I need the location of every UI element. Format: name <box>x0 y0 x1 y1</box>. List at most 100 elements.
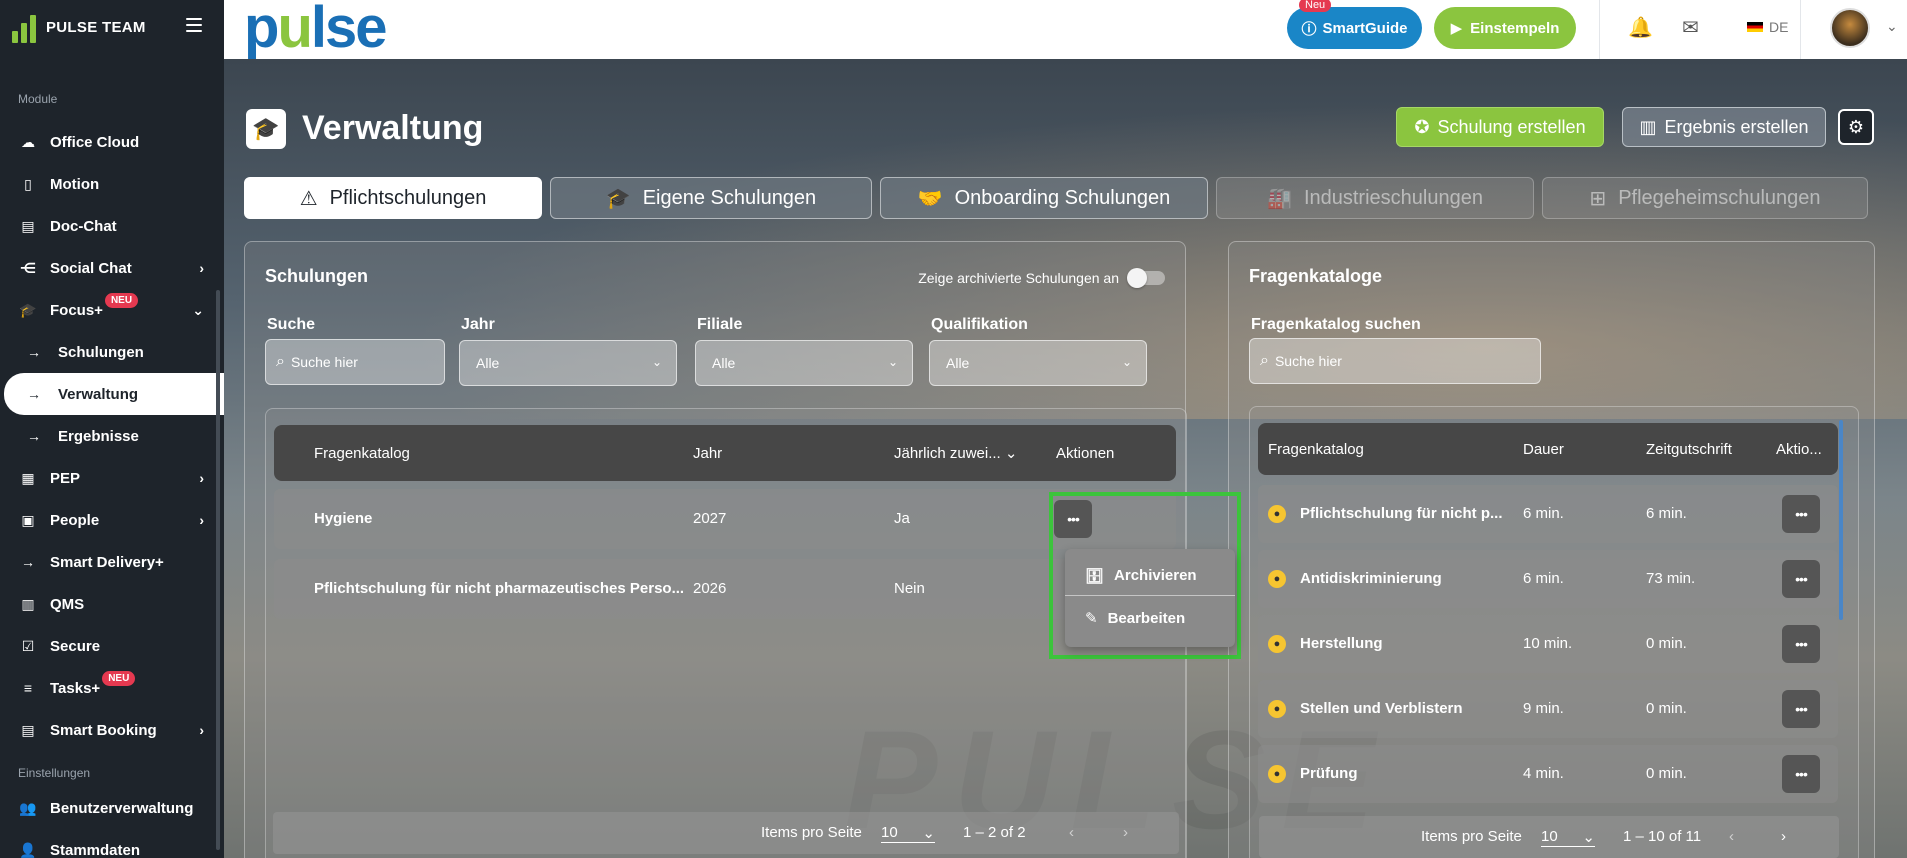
graduation-cap-icon: 🎓 <box>605 187 631 210</box>
tab-pflegeheimschulungen[interactable]: ⊞ Pflegeheimschulungen <box>1542 177 1868 219</box>
graduation-cap-icon: 🎓 <box>246 109 286 149</box>
sidebar-item-social-chat[interactable]: ⋲ Social Chat › <box>0 247 224 289</box>
sidebar-item-secure[interactable]: ☑ Secure <box>0 625 224 667</box>
chart-icon: ▥ <box>1639 116 1657 137</box>
chevron-down-icon: ⌄ <box>887 355 898 369</box>
branch-select[interactable]: Alle ⌄ <box>695 340 913 386</box>
sidebar-item-doc-chat[interactable]: ▤ Doc-Chat <box>0 205 224 247</box>
sidebar-item-people[interactable]: ▣ People › <box>0 499 224 541</box>
table-row[interactable]: ● Pflichtschulung für nicht p... 6 min. … <box>1258 485 1838 543</box>
prev-page-icon[interactable]: ‹ <box>1069 824 1074 841</box>
header-divider <box>1599 0 1600 59</box>
clock-in-button[interactable]: ▶ Einstempeln <box>1434 7 1576 49</box>
edit-icon: ✎ <box>1085 610 1098 627</box>
row-actions-button[interactable]: ••• <box>1782 690 1820 728</box>
table-row[interactable]: ● Antidiskriminierung 6 min. 73 min. <box>1258 550 1838 608</box>
tab-industrieschulungen[interactable]: 🏭 Industrieschulungen <box>1216 177 1534 219</box>
sidebar-item-motion[interactable]: ▯ Motion <box>0 163 224 205</box>
row-actions-button[interactable]: ••• <box>1782 755 1820 793</box>
training-search-input[interactable]: ⌕ Suche hier <box>265 339 445 385</box>
language-selector[interactable]: DE <box>1747 19 1788 35</box>
sidebar-item-ergebnisse[interactable]: → Ergebnisse <box>0 415 224 457</box>
settings-gear-button[interactable]: ⚙ <box>1838 109 1874 145</box>
prev-page-icon[interactable]: ‹ <box>1729 828 1734 845</box>
menu-toggle-icon[interactable] <box>186 18 202 36</box>
col-catalog: Fragenkatalog <box>1268 440 1364 458</box>
pager-range: 1 – 10 of 11 <box>1623 828 1702 845</box>
new-badge: NEU <box>102 670 136 686</box>
sidebar-item-pep[interactable]: ▦ PEP › <box>0 457 224 499</box>
archive-toggle-switch[interactable] <box>1127 268 1165 288</box>
chevron-down-icon[interactable]: ⌄ <box>1886 18 1898 35</box>
user-avatar[interactable] <box>1830 8 1870 48</box>
table-row[interactable]: Hygiene 2027 Ja <box>274 489 1176 549</box>
tab-pflichtschulungen[interactable]: ⚠ Pflichtschulungen <box>244 177 542 219</box>
flag-de-icon <box>1747 22 1763 32</box>
brand-logo-icon <box>12 13 36 43</box>
menu-item-edit[interactable]: ✎ Bearbeiten <box>1065 598 1235 638</box>
arrow-right-icon: → <box>27 386 41 402</box>
row-actions-button[interactable]: ••• <box>1782 625 1820 663</box>
catalog-badge-icon: ● <box>1268 635 1286 653</box>
branch-label: Filiale <box>697 316 743 333</box>
qualification-select[interactable]: Alle ⌄ <box>929 340 1147 386</box>
sidebar: PULSE TEAM Module ☁ Office Cloud ▯ Motion … <box>0 0 224 858</box>
next-page-icon[interactable]: › <box>1123 824 1128 841</box>
catalog-badge-icon: ● <box>1268 700 1286 718</box>
pager-label: Items pro Seite <box>761 824 862 841</box>
create-result-button[interactable]: ▥ Ergebnis erstellen <box>1622 107 1826 147</box>
more-dots-icon: ••• <box>1795 766 1808 782</box>
row-actions-button[interactable]: ••• <box>1782 560 1820 598</box>
mail-icon[interactable]: ✉ <box>1682 15 1699 40</box>
arrow-right-icon: → <box>27 344 41 360</box>
col-duration: Dauer <box>1523 440 1564 458</box>
sidebar-scrollbar[interactable] <box>216 290 220 850</box>
sidebar-item-focus[interactable]: 🎓 Focus+ NEU ⌄ <box>0 289 224 331</box>
chevron-down-icon: ⌄ <box>192 302 204 318</box>
next-page-icon[interactable]: › <box>1781 828 1786 845</box>
page-title: Verwaltung <box>302 109 484 147</box>
main-content: PULSE 🎓 Verwaltung ✪ Schulung erstellen ▥… <box>224 59 1907 858</box>
table-row[interactable]: Pflichtschulung für nicht pharmazeutisch… <box>274 559 1176 619</box>
pulse-logo[interactable]: pulse <box>244 0 388 61</box>
row-actions-button[interactable]: ••• <box>1782 495 1820 533</box>
col-year[interactable]: Jahr <box>693 445 722 462</box>
create-training-button[interactable]: ✪ Schulung erstellen <box>1396 107 1604 147</box>
search-icon: ⌕ <box>276 353 285 370</box>
tab-onboarding-schulungen[interactable]: 🤝 Onboarding Schulungen <box>880 177 1208 219</box>
more-dots-icon: ••• <box>1795 506 1808 522</box>
chevron-right-icon: › <box>199 722 204 738</box>
year-label: Jahr <box>461 316 495 333</box>
sidebar-item-benutzerverwaltung[interactable]: 👥 Benutzerverwaltung <box>0 787 224 829</box>
menu-item-archive[interactable]: 🗄 Archivieren <box>1065 556 1235 596</box>
sidebar-item-tasks[interactable]: ≡ Tasks+ NEU <box>0 667 224 709</box>
col-catalog[interactable]: Fragenkatalog <box>314 445 410 462</box>
sidebar-item-schulungen[interactable]: → Schulungen <box>0 331 224 373</box>
sidebar-item-verwaltung[interactable]: → Verwaltung <box>4 373 224 415</box>
section-settings: Einstellungen <box>18 766 91 780</box>
catalog-search-input[interactable]: ⌕ Suche hier <box>1249 338 1541 384</box>
year-select[interactable]: Alle ⌄ <box>459 340 677 386</box>
page-size-select[interactable]: 10 ⌄ <box>881 824 935 843</box>
trainings-panel: Schulungen Zeige archivierte Schulungen … <box>244 241 1187 858</box>
chevron-right-icon: › <box>199 512 204 528</box>
sidebar-item-stammdaten[interactable]: 👤 Stammdaten <box>0 829 224 858</box>
table-row[interactable]: ● Prüfung 4 min. 0 min. <box>1258 745 1838 803</box>
col-yearly[interactable]: Jährlich zuwei... ⌄ <box>894 444 1017 462</box>
sidebar-item-smart-booking[interactable]: ▤ Smart Booking › <box>0 709 224 751</box>
sidebar-item-qms[interactable]: ▥ QMS <box>0 583 224 625</box>
catalog-scrollbar[interactable] <box>1839 420 1843 620</box>
users-icon: 👥 <box>19 799 37 816</box>
more-dots-icon: ••• <box>1795 636 1808 652</box>
catalog-badge-icon: ● <box>1268 505 1286 523</box>
table-row[interactable]: ● Stellen und Verblistern 9 min. 0 min. <box>1258 680 1838 738</box>
bell-icon[interactable]: 🔔 <box>1628 15 1653 40</box>
sidebar-item-office-cloud[interactable]: ☁ Office Cloud <box>0 121 224 163</box>
smartguide-button[interactable]: ⓘ SmartGuide <box>1287 7 1422 49</box>
chevron-down-icon: ⌄ <box>651 355 662 369</box>
table-row[interactable]: ● Herstellung 10 min. 0 min. <box>1258 615 1838 673</box>
page-size-select[interactable]: 10 ⌄ <box>1541 828 1595 847</box>
tab-eigene-schulungen[interactable]: 🎓 Eigene Schulungen <box>550 177 872 219</box>
handshake-icon: 🤝 <box>917 187 943 210</box>
sidebar-item-smart-delivery[interactable]: → Smart Delivery+ <box>0 541 224 583</box>
